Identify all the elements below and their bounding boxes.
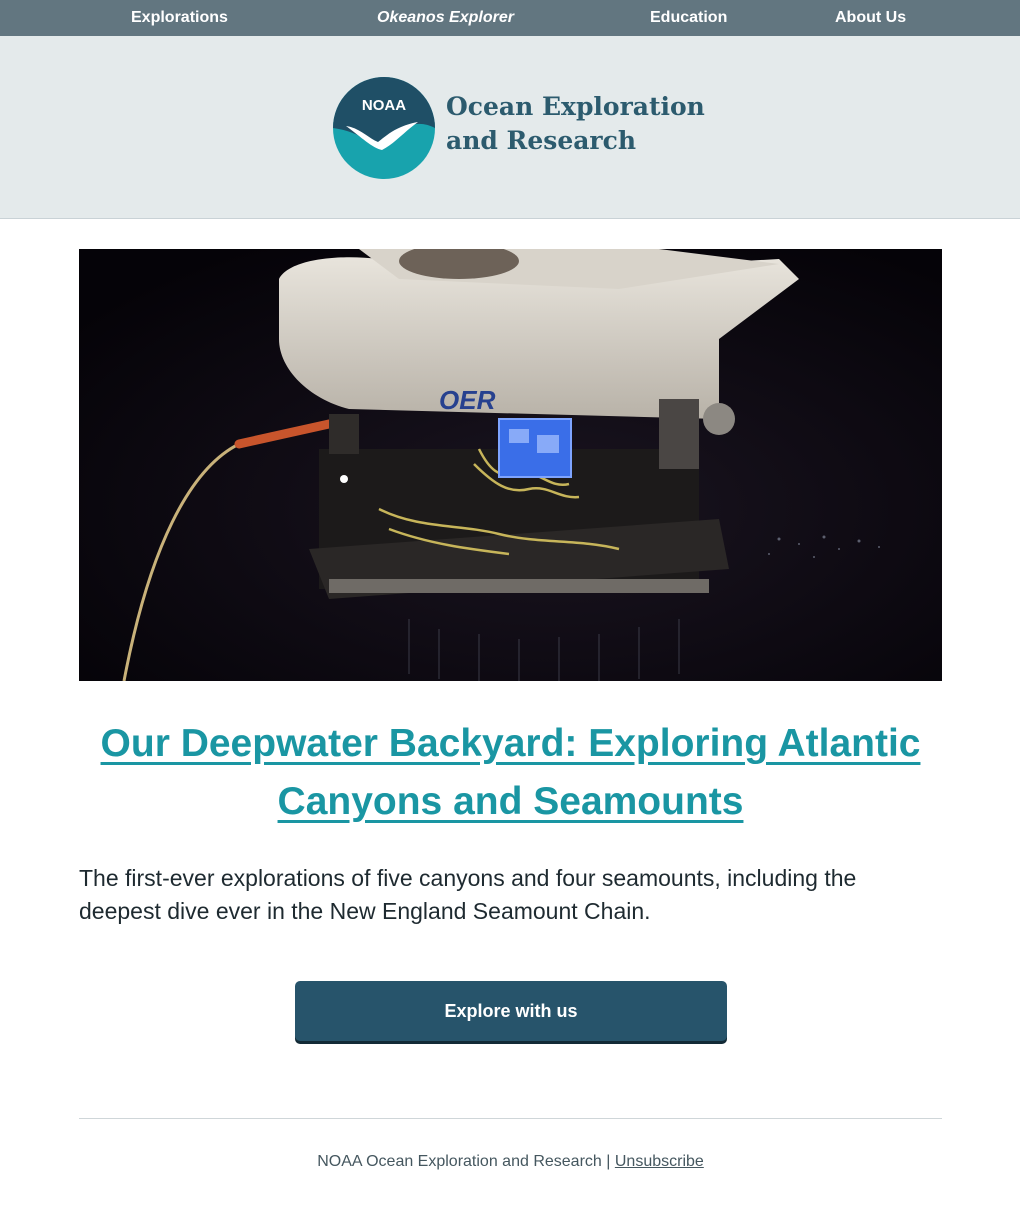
- hero-image[interactable]: OER: [79, 249, 942, 681]
- nav-link-okeanos-explorer[interactable]: Okeanos Explorer: [377, 9, 514, 27]
- footer: NOAA Ocean Exploration and Research | Un…: [79, 1153, 942, 1171]
- unsubscribe-link[interactable]: Unsubscribe: [615, 1153, 704, 1170]
- footer-organization: NOAA Ocean Exploration and Research: [317, 1153, 602, 1170]
- organization-name: Ocean Exploration and Research: [446, 90, 705, 158]
- nav-link-explorations[interactable]: Explorations: [131, 9, 228, 27]
- footer-divider: [79, 1118, 942, 1119]
- nav-link-education[interactable]: Education: [650, 9, 727, 27]
- explore-with-us-button[interactable]: Explore with us: [295, 981, 727, 1041]
- organization-name-line2: and Research: [446, 126, 636, 155]
- article-headline-link[interactable]: Our Deepwater Backyard: Exploring Atlant…: [79, 715, 942, 831]
- footer-separator: |: [606, 1153, 611, 1170]
- noaa-logo-icon[interactable]: NOAA: [332, 76, 436, 180]
- brand-header: NOAA Ocean Exploration and Research: [0, 36, 1020, 219]
- article-summary: The first-ever explorations of five cany…: [79, 865, 857, 924]
- organization-name-line1: Ocean Exploration: [446, 92, 705, 121]
- hero-oer-logo-text: OER: [439, 385, 496, 415]
- rov-photo: OER: [79, 249, 942, 681]
- top-navigation: Explorations Okeanos Explorer Education …: [0, 0, 1020, 36]
- nav-link-about-us[interactable]: About Us: [835, 9, 906, 27]
- noaa-logo-text: NOAA: [362, 97, 406, 114]
